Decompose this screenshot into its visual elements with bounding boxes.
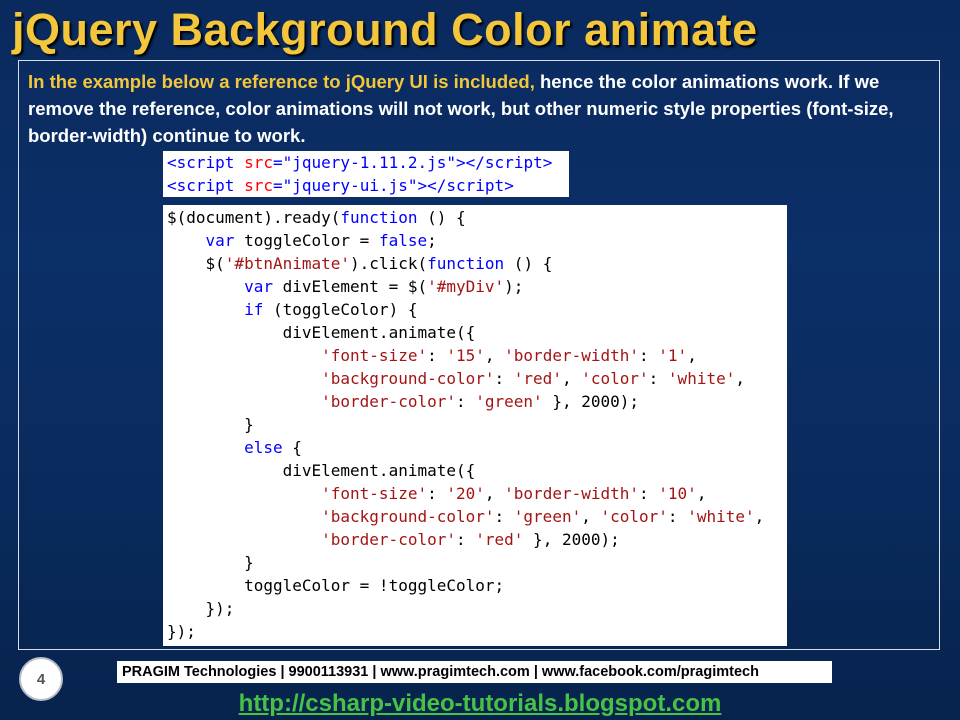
code-line: var toggleColor = false; [205,231,437,250]
code-line: $(document).ready(function () { [167,208,466,227]
code-line: divElement.animate({ [282,323,476,342]
footer-company-line: PRAGIM Technologies | 9900113931 | www.p… [117,661,832,683]
script-ref-line: <script src="jquery-1.11.2.js"></script> [167,153,553,172]
code-line: 'font-size': '15', 'border-width': '1', [321,346,697,365]
page-number: 4 [36,670,46,688]
code-line: } [167,415,254,434]
code-line: var divElement = $('#myDiv'); [244,277,524,296]
code-line: }); [167,599,235,618]
intro-text: In the example below a reference to jQue… [28,68,928,149]
intro-highlight: In the example below a reference to jQue… [28,71,535,92]
script-ref-line: <script src="jquery-ui.js"></script> [167,176,514,195]
code-line: 'background-color': 'green', 'color': 'w… [321,507,765,526]
footer-blog-link[interactable]: http://csharp-video-tutorials.blogspot.c… [0,690,960,718]
code-line: 'font-size': '20', 'border-width': '10', [321,484,707,503]
script-references-code: <script src="jquery-1.11.2.js"></script>… [163,151,569,197]
code-line: if (toggleColor) { [244,300,418,319]
script-src-value: jquery-ui.js [292,176,408,195]
animate-code-block: $(document).ready(function () { var togg… [163,205,787,646]
code-line: divElement.animate({ [282,461,476,480]
code-line: 'background-color': 'red', 'color': 'whi… [321,369,745,388]
script-src-value: jquery-1.11.2.js [292,153,447,172]
code-line: } [167,553,254,572]
code-line: else { [244,438,302,457]
code-line: toggleColor = !toggleColor; [244,576,505,595]
code-line: }); [167,622,196,641]
code-line: $('#btnAnimate').click(function () { [167,254,553,273]
slide-title: jQuery Background Color animate [12,4,758,55]
code-line: 'border-color': 'red' }, 2000); [321,530,620,549]
code-line: 'border-color': 'green' }, 2000); [321,392,640,411]
